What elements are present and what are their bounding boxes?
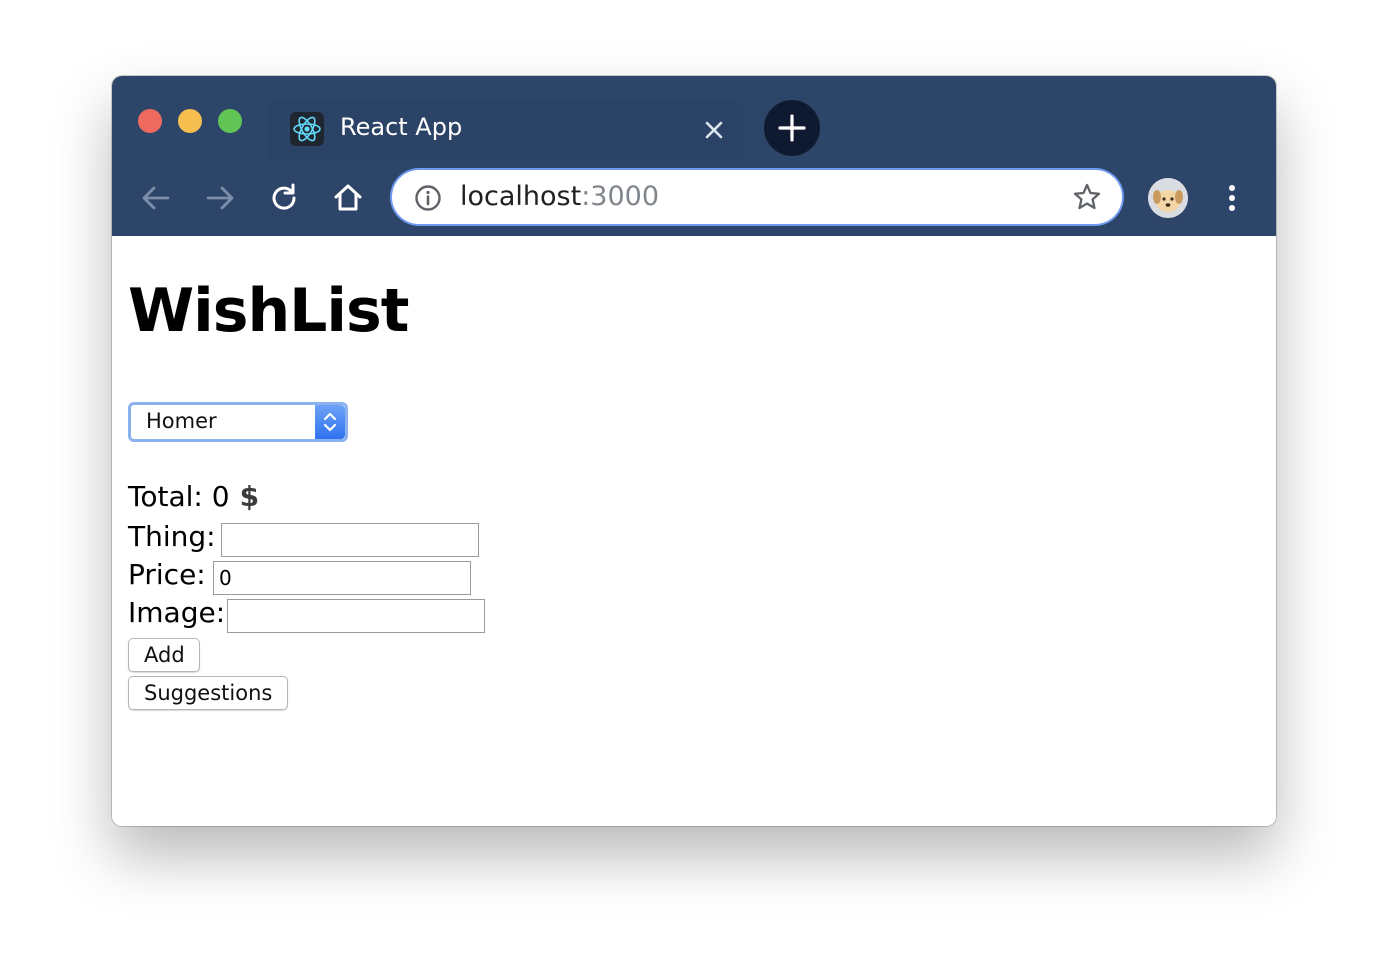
react-logo-icon [290, 112, 324, 146]
window-minimize-button[interactable] [178, 109, 202, 133]
bookmark-star-icon[interactable] [1072, 182, 1102, 212]
back-arrow-icon[interactable] [136, 178, 176, 218]
window-close-button[interactable] [138, 109, 162, 133]
person-select-value: Homer [146, 409, 217, 433]
browser-tab[interactable]: React App [268, 100, 744, 160]
home-icon[interactable] [328, 178, 368, 218]
page-title: WishList [128, 276, 409, 346]
thing-input[interactable] [221, 523, 479, 557]
more-menu-icon[interactable] [1218, 180, 1246, 216]
browser-titlebar: React App localhost:3000 [112, 76, 1276, 236]
total-value: 0 [211, 480, 230, 513]
profile-avatar[interactable] [1148, 178, 1188, 218]
select-chevron-icon[interactable] [315, 405, 345, 439]
url-host: localhost [460, 181, 582, 212]
page-content: WishList Homer Total: 0 $ Thing: Price: I… [112, 236, 1276, 826]
thing-label: Thing: [128, 520, 216, 553]
url-port: :3000 [581, 181, 660, 212]
window-maximize-button[interactable] [218, 109, 242, 133]
add-button[interactable]: Add [128, 638, 200, 672]
price-label: Price: [128, 558, 206, 591]
tab-close-icon[interactable] [698, 114, 730, 146]
browser-window: React App localhost:3000 WishList Homer … [112, 76, 1276, 826]
person-select[interactable]: Homer [128, 402, 348, 442]
suggestions-button[interactable]: Suggestions [128, 676, 288, 710]
dollar-icon: $ [239, 480, 260, 513]
address-bar[interactable]: localhost:3000 [392, 170, 1122, 224]
new-tab-button[interactable] [764, 100, 820, 156]
image-label: Image: [128, 596, 226, 629]
total-row: Total: 0 $ [128, 480, 259, 513]
site-info-icon[interactable] [414, 184, 442, 212]
reload-icon[interactable] [264, 178, 304, 218]
forward-arrow-icon[interactable] [200, 178, 240, 218]
address-url: localhost:3000 [460, 181, 659, 212]
total-label: Total: [128, 480, 203, 513]
tab-title: React App [340, 113, 463, 141]
image-input[interactable] [227, 599, 485, 633]
price-input[interactable] [213, 561, 471, 595]
